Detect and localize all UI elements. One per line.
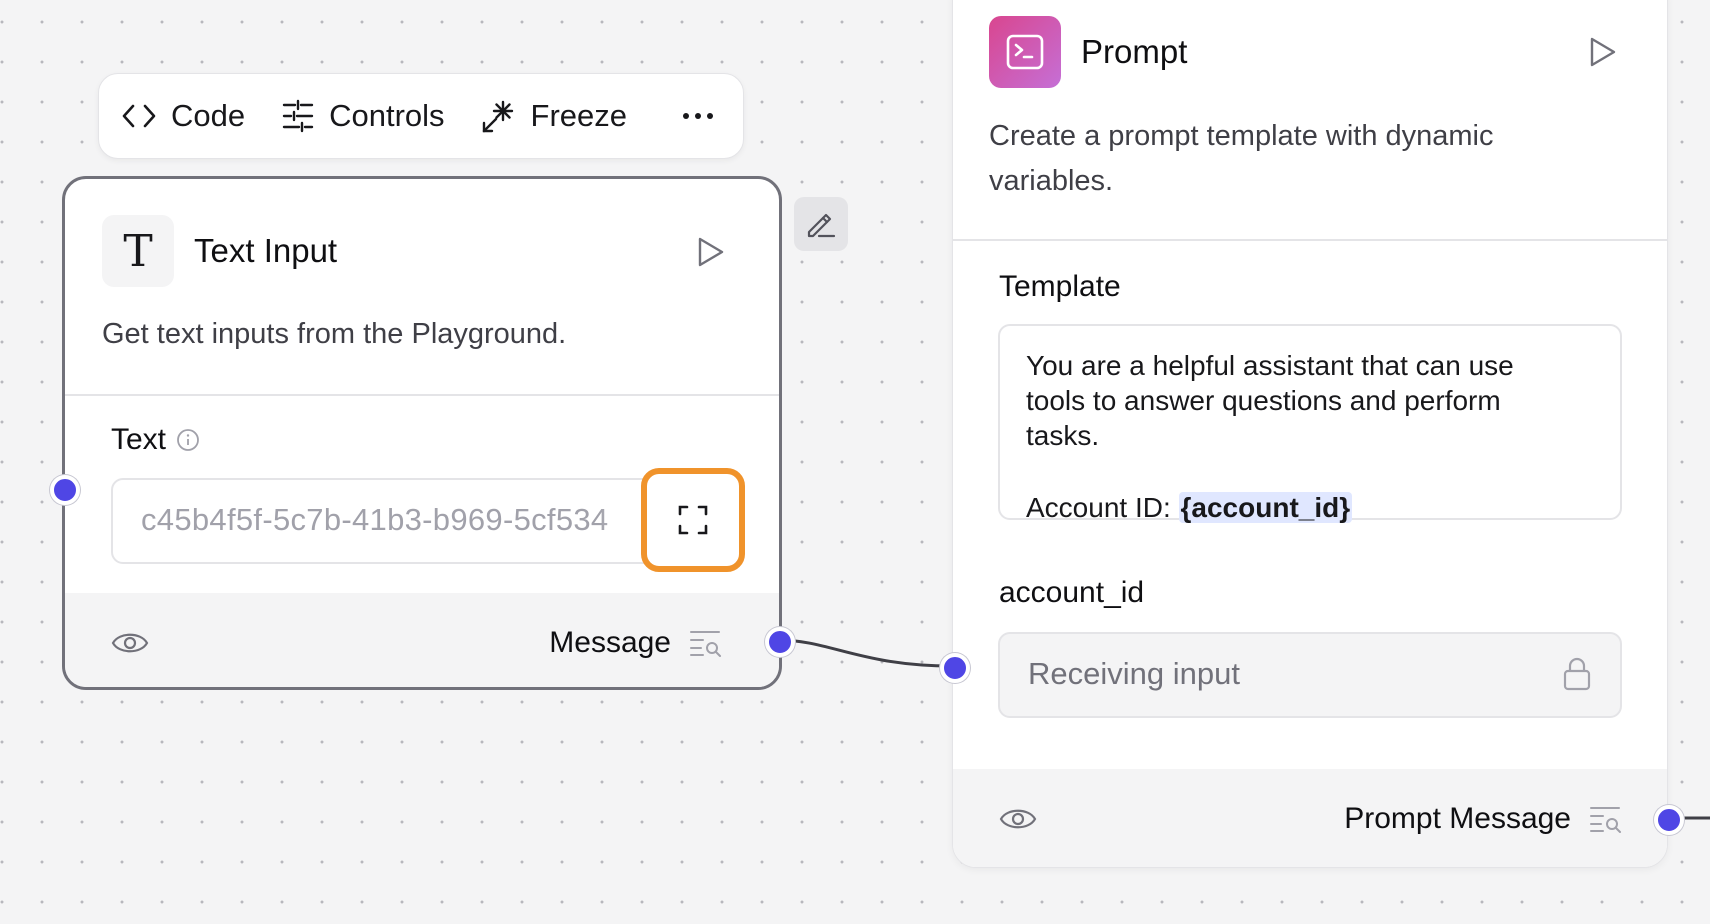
run-button[interactable] — [1587, 36, 1617, 68]
node-description: Get text inputs from the Playground. — [102, 318, 567, 350]
lock-icon — [1562, 656, 1592, 692]
terminal-icon — [989, 16, 1061, 88]
text-input-left-handle[interactable] — [50, 475, 80, 505]
inspect-output-icon[interactable] — [1589, 805, 1623, 833]
field-label: Text — [111, 423, 167, 456]
node-toolbar: Code Controls Freeze — [98, 73, 744, 159]
template-line: tasks. — [1026, 420, 1100, 451]
template-line: tools to answer questions and perform — [1026, 385, 1501, 416]
template-account-line: Account ID: {account_id} — [1026, 492, 1353, 523]
play-icon — [695, 236, 725, 268]
expand-icon — [677, 504, 709, 536]
text-icon: T — [102, 215, 174, 287]
divider — [953, 239, 1667, 241]
node-title: Prompt — [1081, 33, 1188, 70]
prompt-message-output-handle[interactable] — [1654, 805, 1684, 835]
divider — [65, 394, 779, 396]
more-icon[interactable] — [675, 105, 721, 127]
edit-description-button[interactable] — [794, 197, 848, 251]
account-id-placeholder: Receiving input — [1028, 656, 1240, 691]
output-label-message: Message — [549, 626, 671, 659]
template-variable-highlight: {account_id} — [1178, 492, 1353, 523]
eye-icon[interactable] — [111, 629, 149, 657]
text-field-label-row: Text — [111, 423, 200, 457]
text-input-value: c45b4f5f-5c7b-41b3-b969-5cf534 — [141, 502, 609, 537]
account-id-input-handle[interactable] — [940, 653, 970, 683]
edit-icon — [805, 208, 837, 240]
controls-button[interactable]: Controls — [281, 98, 445, 134]
template-line: You are a helpful assistant that can use — [1026, 350, 1514, 381]
message-output-handle[interactable] — [765, 627, 795, 657]
play-icon — [1587, 36, 1617, 68]
edge-message-to-prompt — [777, 638, 954, 668]
freeze-label: Freeze — [530, 98, 628, 133]
text-input-footer: Message — [65, 593, 779, 687]
prompt-header: Prompt — [989, 16, 1187, 88]
text-input-header: T Text Input — [102, 215, 337, 287]
prompt-node[interactable]: Prompt Create a prompt template with dyn… — [952, 0, 1668, 868]
info-icon[interactable] — [176, 428, 200, 452]
account-id-label: account_id — [999, 576, 1145, 609]
freeze-icon — [481, 98, 517, 134]
code-icon — [121, 101, 157, 131]
controls-icon — [281, 99, 315, 133]
controls-label: Controls — [329, 98, 445, 133]
template-label: Template — [999, 270, 1121, 303]
code-button[interactable]: Code — [121, 98, 245, 134]
expand-text-button[interactable] — [641, 468, 745, 572]
node-description: Create a prompt template with dynamic va… — [989, 120, 1494, 197]
inspect-output-icon[interactable] — [689, 629, 723, 657]
text-input-node[interactable]: T Text Input Get text inputs from the Pl… — [62, 176, 782, 690]
template-textarea[interactable]: You are a helpful assistant that can use… — [998, 324, 1622, 523]
eye-icon[interactable] — [999, 805, 1037, 833]
node-title: Text Input — [194, 232, 338, 269]
code-label: Code — [171, 98, 246, 133]
output-label-prompt-message: Prompt Message — [1344, 802, 1571, 835]
run-button[interactable] — [695, 236, 725, 268]
prompt-footer: Prompt Message — [953, 769, 1667, 867]
text-input-field[interactable]: c45b4f5f-5c7b-41b3-b969-5cf534 — [111, 478, 731, 564]
account-id-input[interactable]: Receiving input — [998, 632, 1622, 718]
freeze-button[interactable]: Freeze — [481, 98, 627, 134]
